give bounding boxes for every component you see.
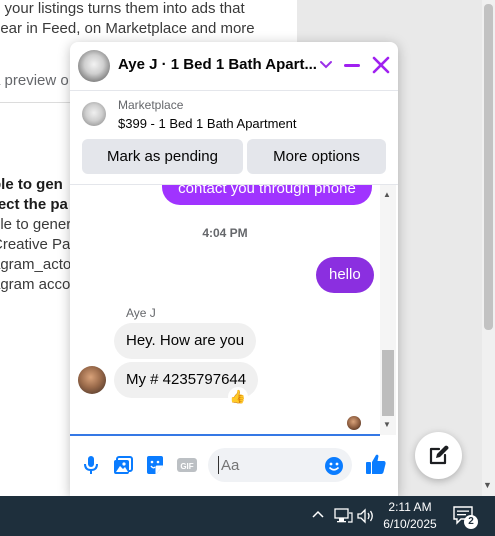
volume-icon[interactable] [356,506,376,526]
outgoing-message[interactable]: contact you through phone [162,185,372,205]
chevron-up-icon[interactable] [310,506,326,522]
close-icon[interactable] [370,54,392,76]
microphone-icon[interactable] [80,454,102,476]
header-divider [70,90,398,91]
background-heading-line: rect the pa [0,196,68,213]
message-timestamp: 4:04 PM [202,226,248,240]
background-text-line: agram_acto [0,256,72,273]
chat-title[interactable]: Aye J · 1 Bed 1 Bath Apart... [118,56,317,73]
background-text-line: agram acco [0,276,71,293]
background-text-line: ble to gener [0,216,72,233]
chat-window: Aye J · 1 Bed 1 Bath Apart... Marketplac… [70,42,398,496]
incoming-message[interactable]: Hey. How are you [114,323,257,359]
listing-thumbnail[interactable] [82,102,106,126]
chevron-down-icon[interactable] [318,54,334,74]
chat-scrollbar-thumb[interactable] [382,350,394,416]
message-input[interactable] [221,457,321,474]
marketplace-label: Marketplace [118,98,184,112]
gif-icon[interactable]: GIF [176,454,198,476]
listing-avatar[interactable] [78,50,110,82]
gallery-icon[interactable] [112,454,134,476]
like-thumbs-up-icon[interactable] [364,452,388,476]
sender-name: Aye J [126,306,156,320]
message-list[interactable]: contact you through phone 4:04 PM hello … [70,185,398,435]
page-scroll-down-arrow[interactable]: ▼ [483,480,492,490]
outgoing-message[interactable]: hello [316,257,374,293]
svg-text:GIF: GIF [180,462,193,471]
network-icon[interactable] [333,507,353,525]
thumbs-up-reaction-icon[interactable]: 👍 [228,387,248,407]
sticker-icon[interactable] [144,454,166,476]
message-composer: GIF [70,436,398,496]
clock-time[interactable]: 2:11 AM [382,500,438,514]
background-heading-line: ble to gen [0,176,63,193]
chat-scroll-down-arrow[interactable]: ▼ [383,420,391,429]
background-text-line: a preview o [0,72,69,89]
background-text-line: pear in Feed, on Marketplace and more [0,20,255,37]
background-text-line: Creative Par [0,236,76,253]
more-options-button[interactable]: More options [247,139,386,174]
emoji-icon[interactable] [324,456,344,476]
listing-title[interactable]: $399 - 1 Bed 1 Bath Apartment [118,116,297,131]
chat-header[interactable]: Aye J · 1 Bed 1 Bath Apart... [70,42,398,90]
taskbar: 2:11 AM 6/10/2025 2 [0,496,495,536]
page-scrollbar-thumb[interactable] [484,4,493,330]
background-text-line: g your listings turns them into ads that [0,0,245,17]
seen-indicator-avatar [347,416,361,430]
sender-avatar[interactable] [78,366,106,394]
text-caret [218,456,219,474]
notification-count-badge: 2 [464,515,478,529]
mark-as-pending-button[interactable]: Mark as pending [82,139,243,174]
chat-scroll-up-arrow[interactable]: ▲ [383,190,391,199]
minimize-icon[interactable] [342,54,362,76]
new-message-button[interactable] [415,432,462,479]
compose-icon [429,445,449,465]
clock-date[interactable]: 6/10/2025 [382,517,438,531]
